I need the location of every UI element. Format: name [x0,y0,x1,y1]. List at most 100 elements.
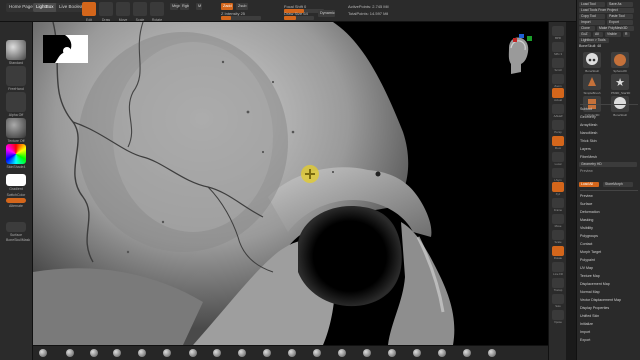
snakehook-brush-icon[interactable] [288,349,296,357]
zmodeler-brush-icon[interactable] [463,349,471,357]
linefill-button[interactable]: Line Fill [552,262,564,276]
claybuildup-brush-icon[interactable] [90,349,98,357]
goz-all-button[interactable]: All [593,32,603,37]
scale-view-button[interactable]: Scale [552,230,564,244]
menu-preview[interactable]: Preview [580,194,593,198]
menu-deformation[interactable]: Deformation [580,210,600,214]
trimdynamic-brush-icon[interactable] [213,349,221,357]
make-polymesh-button[interactable]: Make PolyMesh3D [597,26,634,31]
menu-display-properties[interactable]: Display Properties [580,306,609,310]
move-view-button[interactable]: Move [552,214,564,228]
menu-unified-skin[interactable]: Unified Skin [580,314,599,318]
menu-uv-map[interactable]: UV Map [580,266,593,270]
mrgb-button[interactable]: Mrgb [170,3,181,10]
paste-tool-button[interactable]: Paste Tool [607,14,633,19]
imm-brush-icon[interactable] [488,349,496,357]
solo-button[interactable]: Solo [552,294,564,308]
hpolish-brush-icon[interactable] [238,349,246,357]
persp-button[interactable]: Persp [552,120,564,134]
dynamic-button[interactable]: Dynamic [318,10,335,17]
move-button[interactable]: Move [116,2,130,22]
goz-visible-button[interactable]: Visible [605,32,621,37]
spix-button[interactable]: SPix 3 [552,42,564,56]
menu-surface[interactable]: Surface [580,202,592,206]
star3d-thumb[interactable]: ★ PM3D_Star3D [611,74,630,95]
standard-brush-button[interactable]: Standard [6,40,26,65]
menu-thick-skin[interactable]: Thick Skin [580,139,597,143]
menu-import[interactable]: Import [580,330,590,334]
zsub-button[interactable]: Zsub [236,3,248,10]
menu-visibility[interactable]: Visibility [580,226,593,230]
select-brush-icon[interactable] [363,349,371,357]
load-tools-project-button[interactable]: Load Tools From Project [579,8,634,13]
menu-contact[interactable]: Contact [580,242,592,246]
draw-button[interactable]: Draw [99,2,113,22]
simplebrush-thumb[interactable]: SimpleBrush [583,74,601,95]
load-all-button[interactable]: Load All [579,182,599,187]
menu-fibermesh[interactable]: FiberMesh [580,155,597,159]
texture-off-button[interactable]: Texture Off [6,118,26,143]
menu-normal-map[interactable]: Normal Map [580,290,600,294]
xyz-button[interactable]: Xyz [552,182,564,196]
clip-brush-icon[interactable] [313,349,321,357]
menu-masking[interactable]: Masking [580,218,593,222]
alternate-button[interactable]: Alternate [6,198,26,208]
menu-polygroups[interactable]: Polygroups [580,234,598,238]
scale-button[interactable]: Scale [133,2,147,22]
tab-lightbox[interactable]: LightBox [33,3,57,12]
surface-button[interactable]: Surface BoneSkullMask [6,222,30,242]
menu-arraymesh[interactable]: ArrayMesh [580,123,597,127]
tab-home-page[interactable]: Home Page [6,3,36,12]
xpose-button[interactable]: Xpose [552,310,564,324]
import-button[interactable]: Import [579,20,605,25]
clay-brush-icon[interactable] [66,349,74,357]
rotate-view-button[interactable]: Rotate [552,246,564,260]
switchcolor-button[interactable]: SwitchColor [6,192,26,197]
mask-brush-icon[interactable] [338,349,346,357]
scroll-button[interactable]: Scroll [552,58,564,72]
transp-button[interactable]: Transp [552,278,564,292]
menu-export[interactable]: Export [580,338,590,342]
copy-tool-button[interactable]: Copy Tool [579,14,605,19]
menu-displacement-map[interactable]: Displacement Map [580,282,610,286]
alpha-off-button[interactable]: Alpha Off [6,92,26,117]
move-brush-icon[interactable] [113,349,121,357]
m-button[interactable]: M [196,3,202,10]
rotate-button[interactable]: Rotate [150,2,164,22]
goz-r-button[interactable]: R [623,32,630,37]
menu-polypaint[interactable]: Polypaint [580,258,595,262]
load-tool-button[interactable]: Load Tool [579,2,605,7]
boneskull-thumb[interactable]: BoneSkull [583,52,601,73]
inflate-brush-icon[interactable] [163,349,171,357]
clone-button[interactable]: Clone [579,26,595,31]
aahalf-button[interactable]: AAHalf [552,104,564,118]
z-intensity-slider[interactable] [221,16,261,20]
menu-nanomesh[interactable]: NanoMesh [580,131,597,135]
zoom-button[interactable]: Zoom [552,74,564,88]
menu-initialize[interactable]: Initialize [580,322,593,326]
standard-brush-icon[interactable] [39,349,47,357]
slice-brush-icon[interactable] [388,349,396,357]
canvas-viewport[interactable] [33,22,548,345]
smooth-brush-icon[interactable] [263,349,271,357]
frame-button[interactable]: Frame [552,198,564,212]
curve-brush-icon[interactable] [438,349,446,357]
menu-vector-displacement-map[interactable]: Vector Displacement Map [580,298,621,302]
navigation-head-icon[interactable] [499,34,537,78]
trim-brush-icon[interactable] [413,349,421,357]
sphere3d-thumb[interactable]: Sphere3D [611,52,629,73]
edit-button[interactable]: Edit [82,2,96,22]
pinch-brush-icon[interactable] [189,349,197,357]
material-button[interactable]: SkinShade4 [6,144,26,169]
save-as-button[interactable]: Save As [607,2,633,7]
menu-texture-map[interactable]: Texture Map [580,274,600,278]
menu-subtool[interactable]: Subtool [580,107,592,111]
storemorph-button[interactable]: StoreMorph [603,182,633,187]
zadd-button[interactable]: Zadd [221,3,233,10]
actual-button[interactable]: Actual [552,88,564,102]
bpr-button[interactable]: BPR [552,26,564,40]
lsym-button[interactable]: LSym [552,168,564,182]
floor-button[interactable]: Floor [552,136,564,150]
freehand-stroke-button[interactable]: FreeHand [6,66,26,91]
menu-geometry[interactable]: Geometry [580,115,596,119]
